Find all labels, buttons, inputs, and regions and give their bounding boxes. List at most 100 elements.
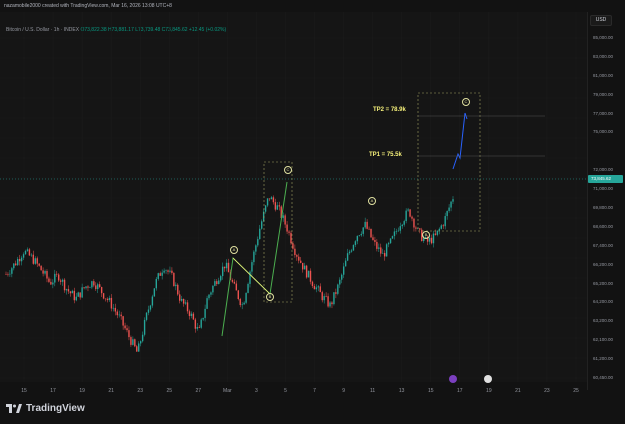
candle-body [13, 263, 15, 269]
candle-body [313, 286, 316, 290]
price-axis-label: 79,000.00 [593, 91, 614, 97]
currency-selector[interactable]: USD [590, 15, 612, 26]
candle-body [382, 253, 384, 254]
candle-body [450, 201, 452, 208]
candle-body [278, 205, 280, 207]
candle-body [167, 270, 169, 272]
candle-body [257, 239, 259, 246]
candle-body [266, 198, 269, 206]
candle-body [344, 260, 347, 267]
time-axis-label: 19 [486, 388, 492, 394]
candle-body [141, 334, 144, 342]
candle-body [362, 227, 364, 234]
candle-body [346, 253, 349, 261]
candle-body [227, 262, 230, 273]
candle-body [239, 298, 241, 306]
candle-body [319, 286, 321, 293]
price-axis-label: 62,100.00 [593, 337, 614, 343]
candle-body [122, 316, 124, 326]
candle-body [61, 279, 64, 282]
time-axis-label: 19 [79, 388, 85, 394]
candle-body [188, 311, 191, 316]
candle-body [327, 296, 329, 307]
time-axis-label: 21 [515, 388, 521, 394]
candle-body [350, 250, 353, 252]
price-axis-label: 68,600.00 [593, 223, 614, 229]
candle-body [63, 279, 66, 291]
candle-body [11, 268, 13, 274]
candle-body [50, 281, 52, 285]
candle-body [206, 298, 208, 309]
candle-body [393, 231, 396, 237]
candle-body [40, 265, 42, 271]
candle-body [259, 228, 261, 240]
candle-body [138, 343, 140, 352]
candle-body [163, 270, 165, 273]
branding-text: TradingView [26, 403, 85, 414]
candle-body [214, 281, 216, 286]
candle-body [243, 302, 245, 305]
candle-body [157, 273, 159, 279]
time-axis-label: 25 [166, 388, 173, 394]
time-axis[interactable] [0, 382, 587, 398]
candle-body [323, 296, 325, 301]
grid-lines [0, 12, 587, 390]
candle-body [366, 221, 368, 229]
event-icon-flag[interactable] [484, 375, 492, 383]
candle-body [235, 283, 238, 291]
candle-body [317, 286, 320, 288]
candle-body [175, 284, 177, 287]
wave-b2-marker: B [422, 231, 430, 239]
candle-body [171, 270, 173, 273]
candle-body [378, 247, 380, 249]
chart-header: nazamobile2000 created with TradingView.… [0, 0, 625, 12]
candle-body [403, 221, 405, 225]
footer [0, 398, 625, 424]
candle-body [284, 215, 286, 225]
candle-body [399, 226, 401, 231]
price-axis[interactable] [587, 12, 625, 390]
candle-body [198, 327, 200, 328]
candle-body [28, 249, 31, 256]
candle-body [177, 284, 179, 295]
candle-body [231, 279, 234, 282]
candle-body [97, 284, 99, 290]
price-axis-label: 85,000.00 [593, 35, 614, 40]
time-axis-label: 11 [370, 388, 376, 394]
candle-body [100, 287, 103, 294]
candle-body [110, 297, 113, 309]
candle-body [290, 232, 292, 244]
candle-body [124, 325, 126, 329]
candle-body [335, 292, 337, 294]
candle-body [89, 287, 91, 288]
candle-body [288, 231, 290, 233]
candle-body [221, 266, 224, 277]
candle-body [42, 270, 44, 274]
event-icon-purple[interactable] [449, 375, 457, 383]
candle-body [104, 298, 107, 300]
candle-body [194, 319, 197, 329]
time-axis-label: 5 [284, 388, 287, 394]
price-axis-label: 69,800.00 [593, 205, 614, 210]
candle-body [180, 298, 183, 301]
candle-body [196, 327, 198, 329]
time-axis-label: 15 [427, 388, 434, 394]
candle-body [202, 317, 204, 320]
candle-body [73, 290, 76, 301]
candle-body [300, 260, 302, 263]
candle-body [132, 339, 134, 345]
candle-body [341, 274, 343, 280]
wave-b1-marker: B [266, 293, 274, 301]
candle-body [98, 284, 101, 288]
price-axis-label: 63,200.00 [593, 318, 614, 324]
candle-body [444, 216, 446, 227]
wave-box-1 [263, 161, 293, 303]
candle-body [116, 311, 118, 316]
candle-body [22, 254, 25, 258]
chart-area[interactable]: Bitcoin / U.S. Dollar · 1h · INDEX O73,8… [0, 12, 587, 390]
tradingview-logo[interactable]: TradingView [6, 403, 85, 414]
time-axis-label: 23 [137, 388, 143, 394]
candle-body [333, 292, 335, 305]
candle-body [200, 319, 202, 328]
candle-body [223, 266, 226, 269]
